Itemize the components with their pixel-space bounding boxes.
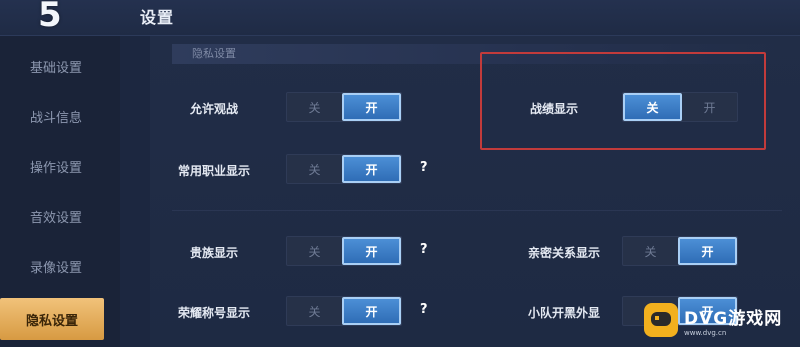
- honor-title-label: 荣耀称号显示: [178, 306, 251, 320]
- sidebar: 基础设置 战斗信息 操作设置 音效设置 录像设置 隐私设置: [0, 36, 120, 347]
- allow-spectate-off-button[interactable]: 关: [287, 93, 342, 121]
- page-title: 设置: [140, 8, 175, 27]
- allow-spectate-label: 允许观战: [190, 102, 239, 116]
- honor-title-help-icon[interactable]: ?: [420, 302, 428, 317]
- intimacy-toggle: 关 开: [622, 236, 738, 266]
- watermark-url: www.dvg.cn: [684, 328, 727, 337]
- sidebar-item-replay[interactable]: 录像设置: [0, 246, 112, 286]
- watermark-text: DVG游戏网: [684, 308, 783, 329]
- common-role-toggle: 关 开: [286, 154, 402, 184]
- allow-spectate-on-button[interactable]: 开: [342, 93, 401, 121]
- noble-off-button[interactable]: 关: [287, 237, 342, 265]
- honor-title-on-button[interactable]: 开: [342, 297, 401, 325]
- sidebar-item-sound[interactable]: 音效设置: [0, 196, 112, 236]
- sidebar-item-battle-info[interactable]: 战斗信息: [0, 96, 112, 136]
- battle-record-off-button[interactable]: 关: [623, 93, 682, 121]
- dvg-logo-icon: [644, 303, 678, 337]
- noble-help-icon[interactable]: ?: [420, 242, 428, 257]
- allow-spectate-toggle: 关 开: [286, 92, 402, 122]
- sidebar-item-basic[interactable]: 基础设置: [0, 46, 112, 86]
- honor-title-toggle: 关 开: [286, 296, 402, 326]
- honor-title-off-button[interactable]: 关: [287, 297, 342, 325]
- noble-on-button[interactable]: 开: [342, 237, 401, 265]
- watermark: DVG游戏网 www.dvg.cn: [644, 298, 796, 342]
- noble-label: 贵族显示: [190, 246, 239, 260]
- battle-record-label: 战绩显示: [530, 102, 579, 116]
- common-role-off-button[interactable]: 关: [287, 155, 342, 183]
- top-bar: 5 设置: [0, 0, 800, 36]
- sidebar-item-controls[interactable]: 操作设置: [0, 146, 112, 186]
- common-role-help-icon[interactable]: ?: [420, 160, 428, 175]
- battle-record-toggle: 关 开: [622, 92, 738, 122]
- team-link-label: 小队开黑外显: [528, 306, 601, 320]
- sidebar-item-privacy[interactable]: 隐私设置: [0, 298, 104, 340]
- divider: [172, 210, 782, 211]
- battle-record-on-button[interactable]: 开: [682, 93, 737, 121]
- noble-toggle: 关 开: [286, 236, 402, 266]
- back-icon[interactable]: 5: [38, 0, 98, 32]
- common-role-label: 常用职业显示: [178, 164, 251, 178]
- intimacy-off-button[interactable]: 关: [623, 237, 678, 265]
- intimacy-label: 亲密关系显示: [528, 246, 601, 260]
- intimacy-on-button[interactable]: 开: [678, 237, 737, 265]
- common-role-on-button[interactable]: 开: [342, 155, 401, 183]
